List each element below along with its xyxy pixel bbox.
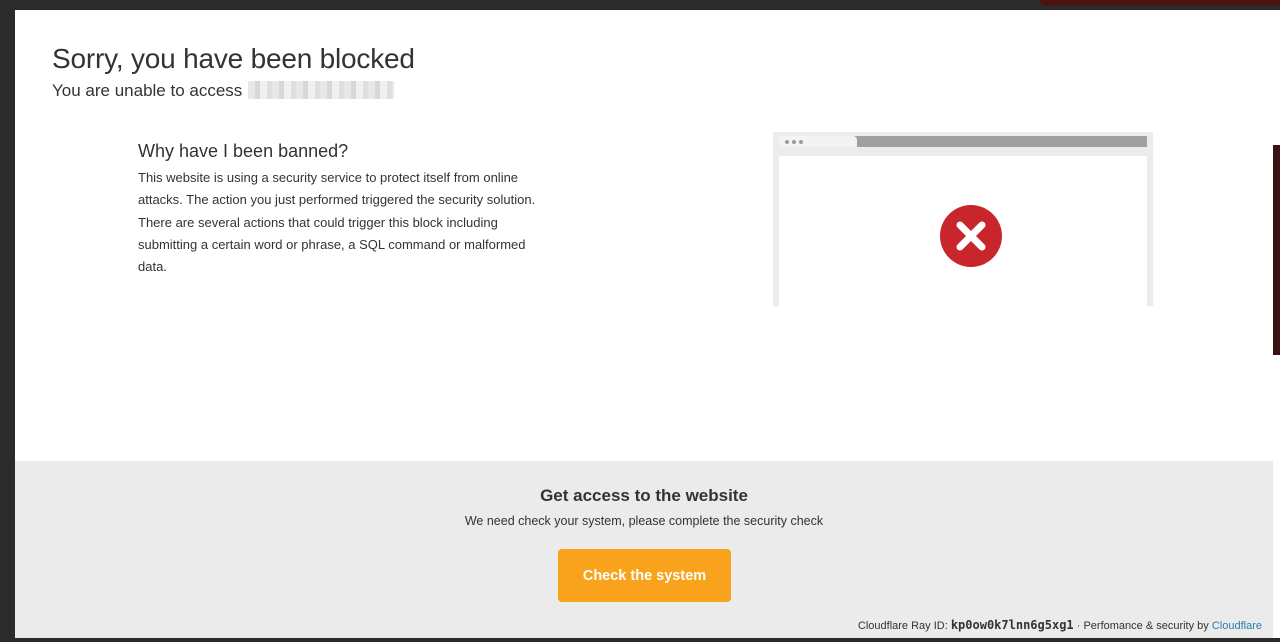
error-x-icon	[940, 205, 1002, 267]
ray-id-label: Cloudflare Ray ID:	[857, 620, 948, 632]
why-banned-text: This website is using a security service…	[138, 170, 536, 275]
block-page: Sorry, you have been blocked You are una…	[15, 10, 1273, 638]
blurred-domain	[248, 81, 395, 100]
access-heading: Get access to the website	[540, 486, 748, 505]
browser-content	[779, 156, 1147, 306]
check-system-button[interactable]: Check the system	[558, 549, 731, 602]
subtitle-text: You are unable to access	[52, 81, 243, 100]
cloudflare-link[interactable]: Cloudflare	[1212, 620, 1262, 632]
ray-id-value: kp0ow0k7lnn6g5xg1	[950, 618, 1074, 632]
footer-separator: ·	[1076, 620, 1081, 632]
background-window-strip	[1273, 145, 1280, 355]
browser-dot-icon	[792, 140, 796, 144]
footer: Cloudflare Ray ID: kp0ow0k7lnn6g5xg1 · P…	[858, 618, 1262, 632]
background-window-edge	[1273, 10, 1280, 638]
browser-dot-icon	[799, 140, 803, 144]
performance-text: Perfomance & security by	[1083, 620, 1209, 632]
access-description: We need check your system, please comple…	[464, 514, 824, 528]
browser-tab	[779, 136, 857, 147]
why-banned-heading: Why have I been banned?	[138, 141, 349, 161]
page-title: Sorry, you have been blocked	[52, 43, 415, 74]
window-top-accent	[1040, 0, 1280, 6]
browser-illustration	[773, 132, 1153, 306]
page-subtitle: You are unable to access	[52, 81, 395, 101]
browser-dot-icon	[785, 140, 789, 144]
access-section: Get access to the website We need check …	[15, 461, 1273, 638]
